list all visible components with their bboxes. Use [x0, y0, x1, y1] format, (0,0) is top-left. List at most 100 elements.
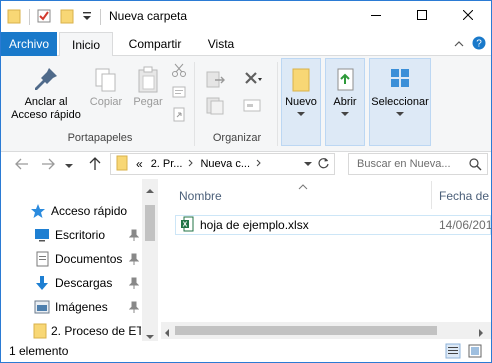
paste-shortcut-icon[interactable]	[171, 106, 187, 125]
move-to-icon[interactable]	[205, 70, 227, 93]
nav-label: Acceso rápido	[51, 204, 128, 218]
breadcrumb-item[interactable]: 2. Pr...	[151, 158, 183, 170]
arrow-up-icon	[89, 156, 101, 174]
search-placeholder: Buscar en Nueva...	[357, 158, 451, 170]
column-divider[interactable]	[431, 181, 432, 209]
help-icon[interactable]: ?	[472, 36, 486, 53]
copy-to-icon[interactable]	[205, 96, 227, 119]
chevron-down-icon	[325, 112, 365, 117]
refresh-icon[interactable]	[317, 157, 330, 173]
new-button[interactable]: Nuevo	[281, 66, 321, 117]
delete-icon[interactable]	[242, 70, 264, 93]
tab-compartir[interactable]: Compartir	[117, 32, 193, 56]
scroll-right-icon[interactable]	[479, 326, 484, 340]
maximize-icon	[417, 9, 427, 23]
file-list: Nombre Fecha de m X hoja de ejemplo.xlsx…	[161, 179, 491, 341]
scroll-thumb[interactable]	[175, 326, 437, 335]
select-grid-icon	[369, 66, 431, 96]
file-row[interactable]: X hoja de ejemplo.xlsx 14/06/201	[175, 215, 491, 235]
properties-icon[interactable]	[36, 8, 52, 27]
chevron-right-icon[interactable]	[256, 158, 262, 170]
file-horizontal-scrollbar[interactable]	[161, 322, 491, 339]
chevron-right-icon[interactable]	[188, 158, 194, 170]
column-header-date[interactable]: Fecha de m	[439, 189, 491, 203]
new-label: Nuevo	[285, 96, 317, 108]
nav-label: Documentos	[55, 252, 123, 266]
select-button[interactable]: Seleccionar	[369, 66, 431, 117]
customize-qat-icon[interactable]	[82, 10, 92, 25]
forward-button[interactable]	[39, 156, 57, 174]
recent-locations-button[interactable]	[63, 156, 75, 174]
file-name: hoja de ejemplo.xlsx	[200, 218, 309, 232]
svg-text:X: X	[183, 221, 188, 228]
scroll-up-icon[interactable]	[146, 183, 154, 197]
chevron-down-icon[interactable]	[304, 158, 312, 170]
close-icon	[462, 9, 474, 23]
pin-quick-access-button[interactable]: Anclar al Acceso rápido	[7, 66, 85, 122]
close-button[interactable]	[445, 1, 491, 31]
search-input[interactable]: Buscar en Nueva...	[348, 153, 488, 175]
group-label-portapapeles: Portapapeles	[67, 132, 133, 144]
nav-item-escritorio[interactable]: Escritorio	[33, 224, 141, 246]
item-count: 1 elemento	[9, 344, 69, 358]
documents-icon	[33, 251, 51, 267]
window-title: Nueva carpeta	[109, 9, 188, 23]
file-date: 14/06/201	[439, 218, 492, 232]
rename-icon[interactable]	[242, 96, 264, 119]
nav-item-descargas[interactable]: Descargas	[33, 272, 141, 294]
search-icon[interactable]	[469, 158, 482, 174]
pictures-icon	[33, 299, 51, 315]
pin-icon	[7, 66, 85, 96]
maximize-button[interactable]	[399, 1, 445, 31]
details-view-icon[interactable]	[445, 343, 461, 362]
nav-item-quick-access[interactable]: Acceso rápido	[29, 200, 141, 222]
column-header-name[interactable]: Nombre	[179, 189, 222, 203]
address-bar[interactable]: « 2. Pr... Nueva c...	[110, 153, 335, 175]
large-icons-view-icon[interactable]	[467, 343, 483, 362]
breadcrumb-item[interactable]: Nueva c...	[200, 158, 250, 170]
star-icon	[29, 203, 47, 219]
status-bar: 1 elemento	[1, 341, 491, 362]
chevron-down-icon	[369, 112, 431, 117]
quick-access-toolbar	[7, 8, 92, 26]
explorer-window: Nueva carpeta Archivo Inicio Compartir V…	[0, 0, 492, 363]
scroll-thumb[interactable]	[145, 205, 155, 241]
address-row: « 2. Pr... Nueva c... Buscar en Nueva...	[1, 152, 491, 178]
copy-button[interactable]: Copiar	[87, 66, 125, 109]
open-icon	[325, 66, 365, 96]
paste-icon	[129, 66, 167, 96]
nav-item-imagenes[interactable]: Imágenes	[33, 296, 141, 318]
up-button[interactable]	[86, 156, 104, 174]
tab-archivo[interactable]: Archivo	[1, 32, 57, 56]
group-label-organizar: Organizar	[212, 132, 262, 144]
copy-path-icon[interactable]	[171, 84, 187, 103]
pin-icon	[128, 253, 140, 268]
open-button[interactable]: Abrir	[325, 66, 365, 117]
minimize-button[interactable]	[353, 1, 399, 31]
download-icon	[33, 275, 51, 291]
scroll-left-icon[interactable]	[165, 326, 170, 340]
arrow-left-icon	[15, 158, 29, 173]
paste-label: Pegar	[133, 96, 163, 108]
title-bar: Nueva carpeta	[1, 1, 491, 32]
nav-label: Imágenes	[55, 300, 108, 314]
breadcrumb-overflow[interactable]: «	[136, 157, 143, 171]
cut-icon[interactable]	[171, 62, 187, 81]
sort-chevron-up-icon	[298, 179, 308, 193]
folder-icon	[116, 155, 128, 174]
minimize-icon	[371, 9, 381, 23]
tab-vista[interactable]: Vista	[197, 32, 245, 56]
chevron-down-icon	[281, 112, 321, 117]
pin-line2: Acceso rápido	[11, 109, 81, 121]
back-button[interactable]	[13, 156, 31, 174]
nav-item-documentos[interactable]: Documentos	[33, 248, 141, 270]
chevron-up-icon[interactable]	[453, 38, 465, 52]
pin-line1: Anclar al	[24, 96, 68, 108]
arrow-right-icon	[41, 158, 55, 173]
paste-button[interactable]: Pegar	[129, 66, 167, 109]
folder-icon	[7, 8, 21, 27]
tab-inicio[interactable]: Inicio	[59, 32, 113, 57]
new-folder-icon[interactable]	[60, 8, 74, 27]
nav-item-proceso[interactable]: 2. Proceso de ET	[33, 320, 141, 342]
nav-vertical-scrollbar[interactable]	[142, 179, 158, 341]
